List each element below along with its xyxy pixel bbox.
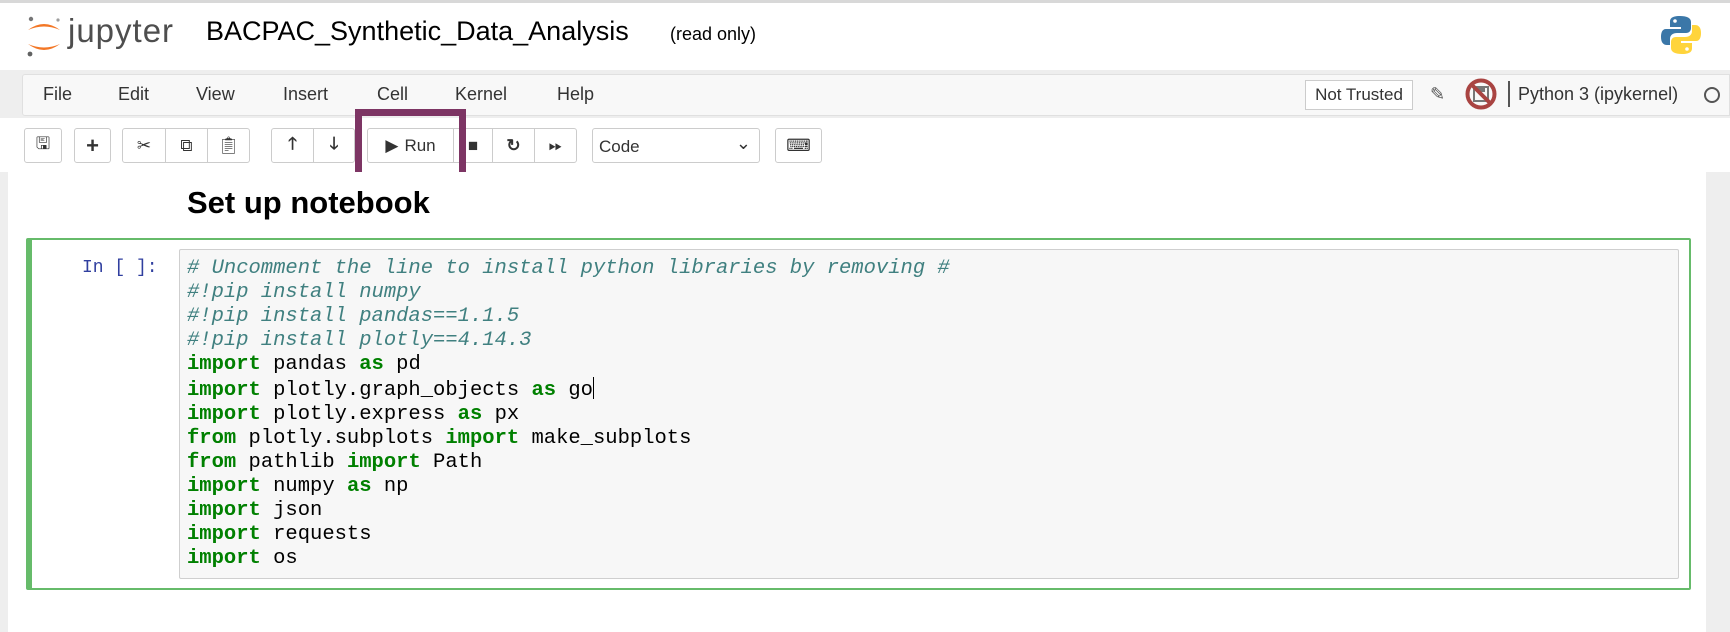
restart-run-all-button[interactable]: ⏩︎ [534,128,577,163]
text-cursor [592,377,594,399]
arrow-down-icon: 🡓 [329,134,339,153]
code-comment: #!pip install plotly==4.14.3 [187,329,532,352]
save-icon: 🖫 [35,134,51,153]
kernel-separator [1508,81,1510,107]
paste-icon: 📋︎ [217,135,240,155]
input-prompt: In [ ]: [82,258,158,278]
code-line[interactable]: import os [187,547,950,571]
code-keyword: as [457,403,483,426]
code-token: go [556,379,593,402]
code-keyword: import [187,403,261,426]
move-up-button[interactable]: 🡑 [271,128,314,163]
code-token: plotly.subplots [236,427,446,450]
python-logo-icon [1661,16,1701,54]
menu-cell[interactable]: Cell [377,84,408,105]
code-line[interactable]: from plotly.subplots import make_subplot… [187,427,950,451]
code-keyword: import [187,475,261,498]
plus-icon: + [86,132,99,158]
keyboard-icon: ⌨ [786,135,811,155]
cut-icon: ✂ [136,135,152,155]
save-button[interactable]: 🖫 [24,128,62,163]
code-token: px [482,403,520,426]
code-token: Path [420,451,483,474]
code-comment: #!pip install numpy [187,281,421,304]
restart-button[interactable]: ↻ [492,128,535,163]
copy-button[interactable]: ⧉ [165,128,208,163]
jupyter-logo-icon[interactable] [24,14,64,58]
run-button-highlight [355,109,466,179]
kernel-idle-indicator-icon [1704,87,1720,103]
cut-button[interactable]: ✂ [122,128,166,163]
code-line[interactable]: from pathlib import Path [187,451,950,475]
toolbar [0,118,1730,172]
code-line[interactable]: import numpy as np [187,475,950,499]
menu-edit[interactable]: Edit [118,84,149,105]
copy-icon: ⧉ [180,135,193,155]
code-line[interactable]: #!pip install plotly==4.14.3 [187,329,950,353]
code-text[interactable]: # Uncomment the line to install python l… [187,257,950,571]
menu-insert[interactable]: Insert [283,84,328,105]
move-button-group: 🡑 🡓 [271,128,355,163]
code-comment: #!pip install pandas==1.1.5 [187,305,520,328]
code-line[interactable]: import pandas as pd [187,353,950,377]
menu-kernel[interactable]: Kernel [455,84,507,105]
code-keyword: import [346,451,421,474]
code-line[interactable]: import plotly.graph_objects as go [187,377,950,403]
menu-help[interactable]: Help [557,84,594,105]
markdown-heading: Set up notebook [187,185,430,220]
code-token: pandas [260,353,360,376]
arrow-up-icon: 🡑 [288,134,297,153]
edit-button-group: ✂ ⧉ 📋︎ [122,128,250,163]
chevron-down-icon: ⌄ [735,133,751,153]
code-keyword: import [445,427,520,450]
code-keyword: import [187,379,261,402]
code-token: requests [260,523,372,546]
code-line[interactable]: import requests [187,523,950,547]
jupyter-wordmark[interactable]: jupyter [68,12,174,50]
code-keyword: as [531,379,557,402]
stop-icon: ■ [467,135,479,155]
paste-button[interactable]: 📋︎ [207,128,250,163]
code-keyword: import [187,499,261,522]
code-line[interactable]: # Uncomment the line to install python l… [187,257,950,281]
code-line[interactable]: import plotly.express as px [187,403,950,427]
menu-file[interactable]: File [43,84,72,105]
code-keyword: from [187,427,237,450]
restart-icon: ↻ [506,135,521,155]
code-token: plotly.express [260,403,458,426]
code-token: pathlib [236,451,347,474]
code-keyword: import [187,523,261,546]
code-line[interactable]: #!pip install numpy [187,281,950,305]
kernel-name[interactable]: Python 3 (ipykernel) [1518,84,1678,105]
code-token: make_subplots [519,427,692,450]
code-keyword: import [187,547,261,570]
code-keyword: as [346,475,372,498]
notebook-title[interactable]: BACPAC_Synthetic_Data_Analysis [206,16,629,47]
code-comment: # Uncomment the line to install python l… [187,257,950,280]
code-line[interactable]: #!pip install pandas==1.1.5 [187,305,950,329]
code-token: np [371,475,409,498]
insert-cell-button[interactable]: + [74,128,111,163]
code-keyword: import [187,353,261,376]
code-line[interactable]: import json [187,499,950,523]
no-save-icon [1465,78,1497,110]
code-token: os [260,547,298,570]
cell-type-value: Code [599,137,640,156]
read-only-label: (read only) [670,24,757,44]
move-down-button[interactable]: 🡓 [313,128,355,163]
code-keyword: as [359,353,384,376]
fast-forward-icon: ⏩︎ [548,135,563,155]
pencil-icon[interactable]: ✎ [1430,84,1445,105]
not-trusted-button[interactable]: Not Trusted [1305,80,1413,110]
code-token: plotly.graph_objects [260,379,532,402]
command-palette-button[interactable]: ⌨ [775,128,822,163]
menu-view[interactable]: View [196,84,235,105]
code-token: numpy [260,475,347,498]
code-keyword: from [187,451,237,474]
code-editor[interactable]: # Uncomment the line to install python l… [179,249,1679,579]
code-token: json [260,499,323,522]
code-token: pd [383,353,421,376]
cell-type-select[interactable]: Code ⌄ [592,128,760,163]
